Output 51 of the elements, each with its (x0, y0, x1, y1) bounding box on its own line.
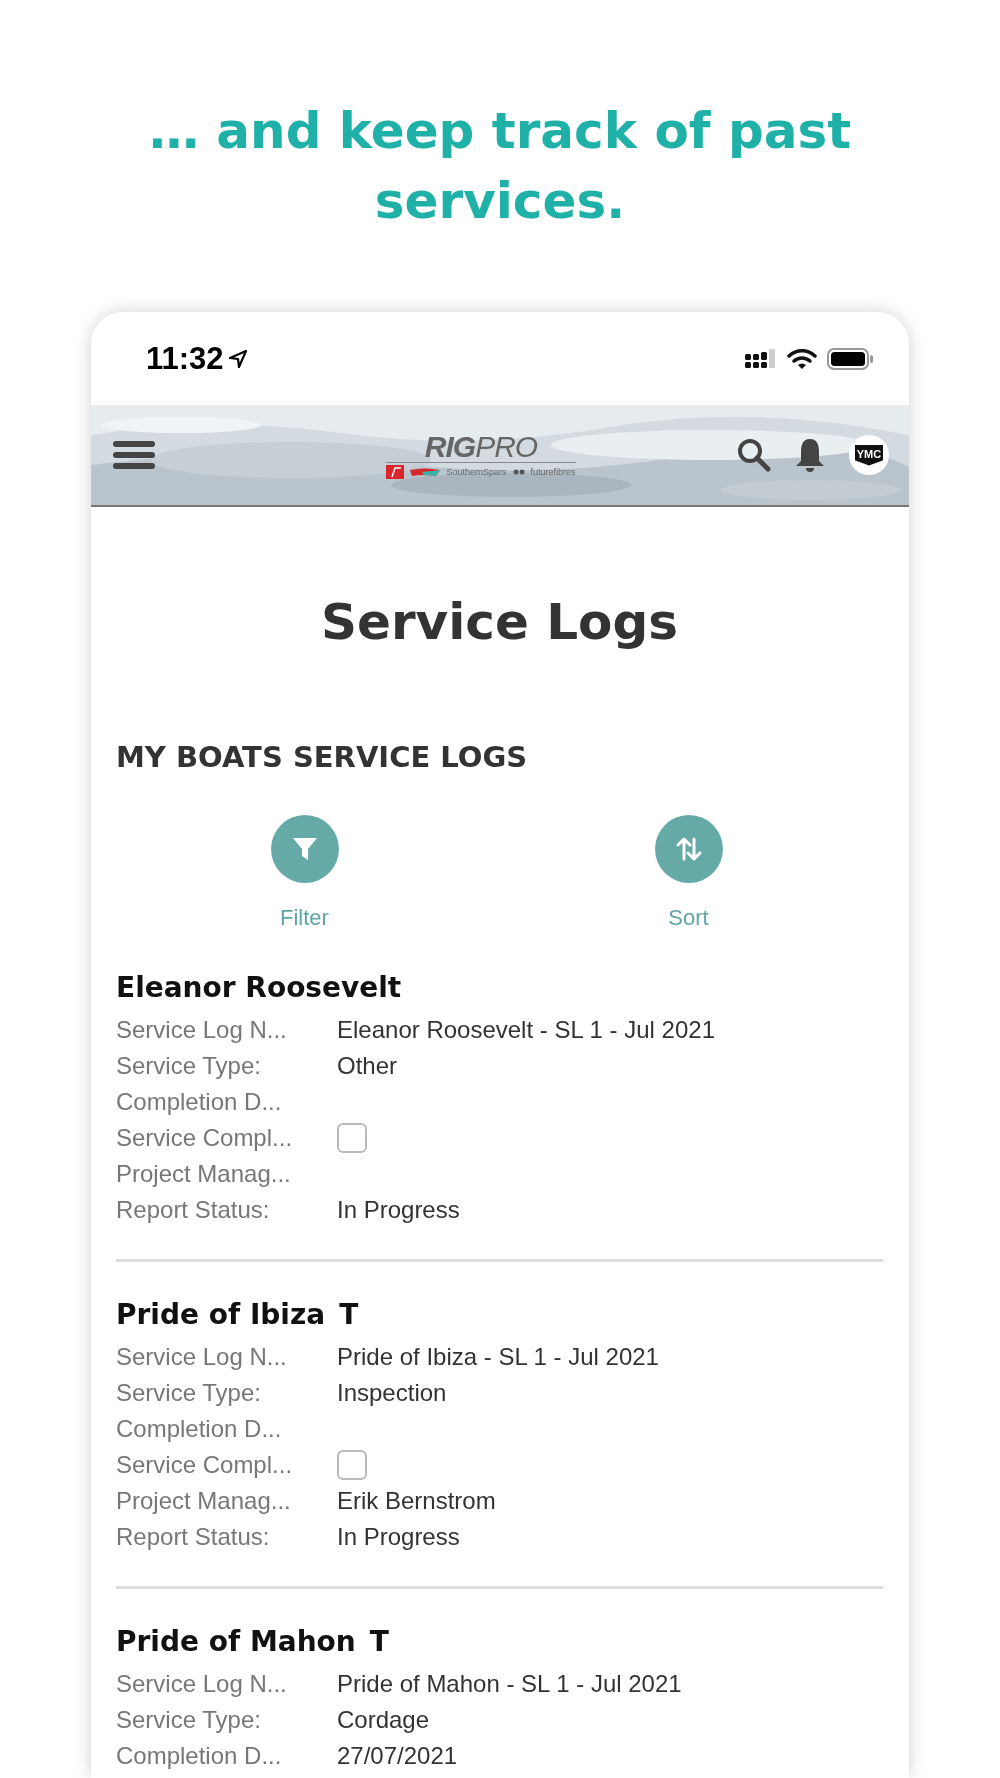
section-heading: MY BOATS SERVICE LOGS (116, 739, 529, 776)
field-value: In Progress (337, 1523, 460, 1551)
field-value: Inspection (337, 1379, 447, 1407)
logo-subtext: futurefibres (530, 466, 576, 477)
boat-name[interactable]: Pride of Ibiza (116, 1295, 326, 1335)
field-label: Completion D... (116, 1415, 283, 1443)
field-label: Service Log N... (116, 1016, 288, 1044)
filter-icon (290, 835, 319, 863)
sort-icon (674, 835, 703, 863)
field-label: Service Type: (116, 1052, 262, 1080)
boat-name[interactable]: Eleanor Roosevelt (116, 968, 402, 1008)
field-label: Service Compl... (116, 1451, 294, 1479)
field-value: Eleanor Roosevelt - SL 1 - Jul 2021 (337, 1016, 715, 1044)
logo-text: RIG (424, 431, 476, 462)
field-label: Report Status: (116, 1196, 271, 1224)
field-label: Service Log N... (116, 1670, 288, 1698)
signal-icon (745, 348, 777, 369)
field-value: Pride of Mahon - SL 1 - Jul 2021 (337, 1670, 682, 1698)
field-label: Completion D... (116, 1742, 283, 1770)
location-arrow-icon (227, 348, 248, 369)
field-value: 27/07/2021 (337, 1742, 458, 1770)
checkbox[interactable] (337, 1123, 367, 1153)
field-label: Service Type: (116, 1706, 262, 1734)
checkbox[interactable] (337, 1450, 367, 1480)
logo-text: PRO (475, 431, 538, 462)
avatar-text: YMC (854, 444, 884, 466)
headline: … and keep track of past services. (147, 101, 853, 232)
menu-icon[interactable] (113, 439, 155, 471)
field-value: Pride of Ibiza - SL 1 - Jul 2021 (337, 1343, 659, 1371)
logo-subtext: SouthernSpars (446, 466, 507, 477)
field-label: Project Manag... (116, 1160, 292, 1188)
search-icon[interactable] (737, 438, 771, 472)
boat-name[interactable]: Pride of Mahon (116, 1622, 356, 1662)
field-value: Erik Bernstrom (337, 1487, 496, 1515)
field-value: Cordage (337, 1706, 430, 1734)
boat-tag: T (369, 1622, 389, 1662)
field-label: Service Type: (116, 1379, 262, 1407)
battery-icon (827, 347, 873, 370)
boat-tag: T (339, 1295, 359, 1335)
field-label: Project Manag... (116, 1487, 292, 1515)
field-label: Service Compl... (116, 1124, 294, 1152)
field-value: In Progress (337, 1196, 460, 1224)
field-label: Completion D... (116, 1088, 283, 1116)
field-label: Service Log N... (116, 1343, 288, 1371)
wifi-icon (787, 347, 817, 370)
dots-icon (512, 468, 525, 475)
field-value: Other (337, 1052, 398, 1080)
field-label: Report Status: (116, 1523, 271, 1551)
status-time: 11:32 (146, 340, 224, 377)
page-title: Service Logs (320, 592, 679, 653)
wave-icon (410, 466, 441, 477)
